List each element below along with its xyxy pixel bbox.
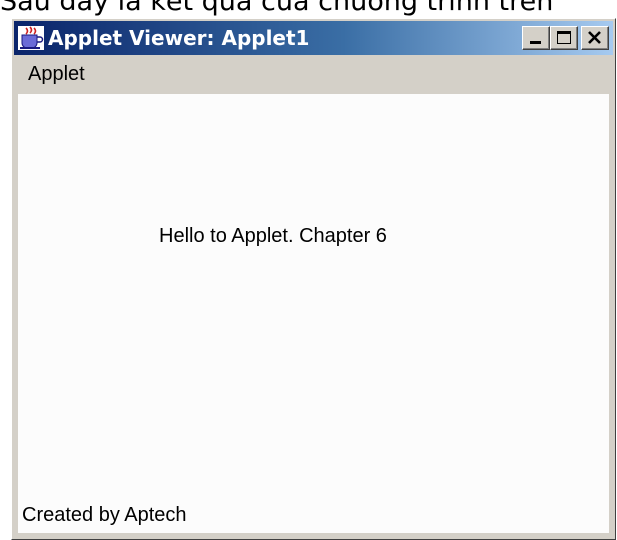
- applet-message: Hello to Applet. Chapter 6: [159, 225, 387, 247]
- menu-applet[interactable]: Applet: [28, 57, 85, 91]
- minimize-button[interactable]: [522, 26, 550, 50]
- close-button[interactable]: [581, 26, 609, 50]
- minimize-icon: [530, 41, 541, 44]
- title-bar[interactable]: Applet Viewer: Applet1: [14, 21, 613, 55]
- java-cup-icon[interactable]: [18, 26, 44, 50]
- page-caption: Sau đây là kết quả của chương trình trên: [0, 0, 554, 17]
- menu-bar: Applet: [14, 57, 613, 91]
- applet-viewer-window: Applet Viewer: Applet1 Applet Hello to A…: [11, 18, 616, 540]
- maximize-icon: [557, 31, 571, 44]
- applet-credit: Created by Aptech: [22, 504, 187, 526]
- window-title: Applet Viewer: Applet1: [48, 26, 310, 50]
- applet-canvas: Hello to Applet. Chapter 6 Created by Ap…: [18, 94, 609, 533]
- maximize-button[interactable]: [550, 26, 578, 50]
- window-controls: [522, 26, 609, 50]
- close-icon: [588, 31, 601, 44]
